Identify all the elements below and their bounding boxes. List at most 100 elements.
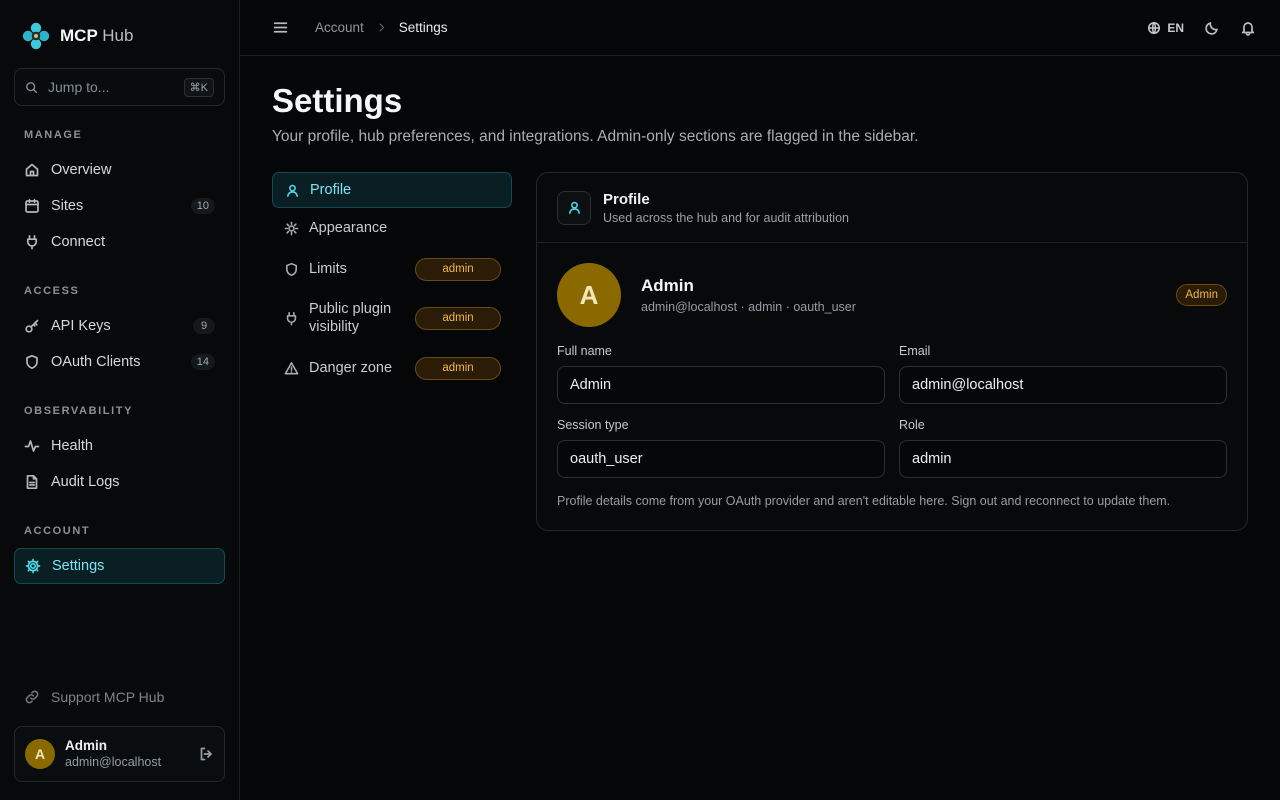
user-card[interactable]: A Admin admin@localhost bbox=[14, 726, 225, 782]
profile-summary: A Admin admin@localhost · admin · oauth_… bbox=[557, 263, 1227, 327]
sidebar-item-label: Audit Logs bbox=[51, 474, 120, 490]
shield-icon bbox=[284, 262, 299, 277]
plug-icon bbox=[24, 234, 40, 250]
settings-nav-label: Appearance bbox=[309, 220, 388, 236]
sidebar-item-label: OAuth Clients bbox=[51, 354, 141, 370]
field-label: Role bbox=[899, 418, 925, 432]
jump-to-search[interactable]: Jump to... ⌘K bbox=[14, 68, 225, 106]
shield-icon bbox=[24, 354, 40, 370]
breadcrumb-account[interactable]: Account bbox=[315, 20, 364, 35]
field-label: Full name bbox=[557, 344, 612, 358]
settings-nav-label: Danger zone bbox=[309, 360, 393, 376]
role-badge: Admin bbox=[1176, 284, 1227, 306]
sidebar-item-api-keys[interactable]: API Keys 9 bbox=[14, 308, 225, 344]
logo-icon bbox=[22, 22, 50, 50]
sidebar-item-label: Connect bbox=[51, 234, 106, 250]
link-icon bbox=[24, 689, 40, 705]
user-icon bbox=[557, 190, 591, 225]
settings-nav-appearance[interactable]: Appearance bbox=[272, 210, 512, 246]
support-link[interactable]: Support MCP Hub bbox=[24, 689, 164, 705]
sidebar-item-label: Overview bbox=[51, 162, 112, 178]
profile-note: Profile details come from your OAuth pro… bbox=[557, 494, 1171, 508]
email-field: Email admin@localhost bbox=[899, 344, 1227, 404]
section-label-observability: OBSERVABILITY bbox=[24, 405, 134, 417]
plug-icon bbox=[284, 311, 299, 326]
api-keys-count-badge: 9 bbox=[193, 318, 215, 334]
page-title: Settings bbox=[272, 82, 403, 119]
profile-card: Profile Used across the hub and for audi… bbox=[536, 172, 1248, 531]
card-title: Profile bbox=[603, 190, 650, 208]
sidebar-item-label: Settings bbox=[52, 558, 105, 574]
sidebar-item-label: Sites bbox=[51, 198, 84, 214]
chevron-right-icon bbox=[376, 22, 387, 33]
avatar: A bbox=[25, 739, 55, 769]
sidebar-item-oauth-clients[interactable]: OAuth Clients 14 bbox=[14, 344, 225, 380]
field-label: Session type bbox=[557, 418, 629, 432]
full-name-input[interactable]: Admin bbox=[557, 366, 885, 404]
search-placeholder: Jump to... bbox=[48, 79, 110, 95]
admin-badge: admin bbox=[415, 356, 501, 380]
role-input[interactable]: admin bbox=[899, 440, 1227, 478]
key-icon bbox=[24, 318, 40, 334]
sidebar-item-connect[interactable]: Connect bbox=[14, 224, 225, 260]
settings-nav-profile[interactable]: Profile bbox=[272, 172, 512, 208]
topbar: Account Settings EN bbox=[240, 0, 1280, 56]
sidebar-item-health[interactable]: Health bbox=[14, 428, 225, 464]
admin-badge: admin bbox=[415, 257, 501, 281]
field-label: Email bbox=[899, 344, 931, 358]
gear-icon bbox=[25, 558, 41, 574]
role-field: Role admin bbox=[899, 418, 1227, 478]
calendar-icon bbox=[24, 198, 40, 214]
sidebar-item-sites[interactable]: Sites 10 bbox=[14, 188, 225, 224]
moon-icon[interactable] bbox=[1204, 20, 1220, 36]
full-name-field: Full name Admin bbox=[557, 344, 885, 404]
card-subtitle: Used across the hub and for audit attrib… bbox=[603, 210, 849, 225]
file-icon bbox=[24, 474, 40, 490]
language-label: EN bbox=[1167, 20, 1184, 35]
sites-count-badge: 10 bbox=[190, 198, 215, 214]
breadcrumb-settings: Settings bbox=[398, 20, 448, 35]
profile-meta-line: admin@localhost · admin · oauth_user bbox=[641, 300, 856, 314]
profile-name: Admin bbox=[641, 276, 694, 295]
profile-card-header: Profile Used across the hub and for audi… bbox=[537, 173, 1247, 243]
settings-nav-label: Limits bbox=[309, 261, 347, 277]
section-label-access: ACCESS bbox=[24, 285, 80, 297]
sidebar-item-settings[interactable]: Settings bbox=[14, 548, 225, 584]
sidebar-item-label: API Keys bbox=[51, 318, 111, 334]
brand[interactable]: MCP Hub bbox=[22, 22, 133, 50]
home-icon bbox=[24, 162, 40, 178]
breadcrumb: Account Settings bbox=[315, 20, 448, 35]
admin-badge: admin bbox=[415, 306, 501, 330]
bell-icon[interactable] bbox=[1240, 20, 1256, 36]
settings-nav-label: Public plugin visibility bbox=[309, 301, 392, 335]
sun-icon bbox=[284, 221, 299, 236]
settings-nav-danger-zone[interactable]: Danger zone admin bbox=[272, 350, 512, 386]
language-switcher[interactable]: EN bbox=[1147, 21, 1184, 35]
avatar: A bbox=[557, 263, 621, 327]
oauth-clients-count-badge: 14 bbox=[190, 354, 215, 370]
sidebar-item-label: Health bbox=[51, 438, 93, 454]
menu-icon[interactable] bbox=[272, 19, 289, 36]
page-subtitle: Your profile, hub preferences, and integ… bbox=[272, 128, 919, 145]
globe-icon bbox=[1147, 21, 1161, 35]
section-label-manage: MANAGE bbox=[24, 129, 83, 141]
settings-nav-public-plugin-visibility[interactable]: Public plugin visibility admin bbox=[272, 298, 512, 338]
user-email: admin@localhost bbox=[65, 755, 162, 769]
session-type-field: Session type oauth_user bbox=[557, 418, 885, 478]
support-label: Support MCP Hub bbox=[51, 689, 165, 705]
user-name: Admin bbox=[65, 738, 107, 753]
user-icon bbox=[285, 183, 300, 198]
brand-name: MCP Hub bbox=[60, 26, 134, 45]
sidebar-item-audit-logs[interactable]: Audit Logs bbox=[14, 464, 225, 500]
search-shortcut: ⌘K bbox=[183, 77, 214, 97]
sidebar-item-overview[interactable]: Overview bbox=[14, 152, 225, 188]
session-type-input[interactable]: oauth_user bbox=[557, 440, 885, 478]
warning-icon bbox=[284, 361, 299, 376]
logout-icon[interactable] bbox=[198, 746, 214, 762]
email-input[interactable]: admin@localhost bbox=[899, 366, 1227, 404]
activity-icon bbox=[24, 438, 40, 454]
section-label-account: ACCOUNT bbox=[24, 525, 91, 537]
settings-nav-limits[interactable]: Limits admin bbox=[272, 251, 512, 287]
sidebar: MCP Hub Jump to... ⌘K MANAGE Overview Si… bbox=[0, 0, 240, 800]
search-icon bbox=[25, 81, 38, 94]
